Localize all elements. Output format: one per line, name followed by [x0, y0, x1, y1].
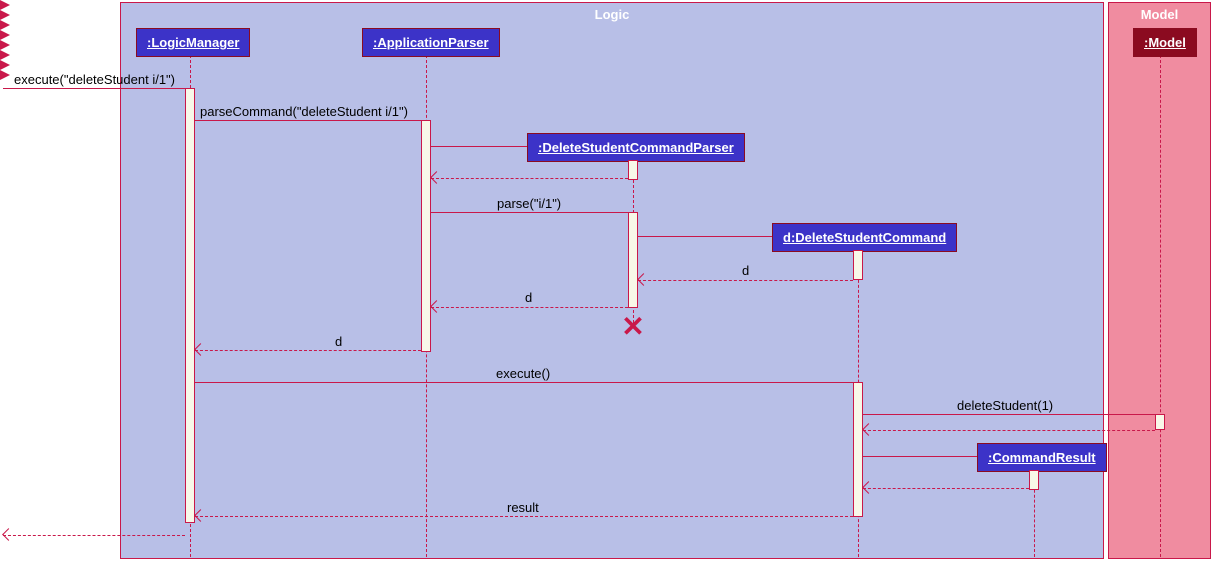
participant-model: :Model	[1133, 28, 1197, 57]
msg-return-dp-create	[431, 178, 628, 179]
msg-deletestudent	[863, 414, 1155, 415]
participant-logicmanager: :LogicManager	[136, 28, 250, 57]
model-title: Model	[1141, 7, 1179, 22]
label-deletestudent: deleteStudent(1)	[957, 398, 1053, 413]
msg-create-cr	[863, 456, 977, 457]
label-return-d3: d	[335, 334, 342, 349]
activation-dc2	[853, 382, 863, 517]
activation-dc1	[853, 250, 863, 280]
activation-lm	[185, 88, 195, 523]
lifeline-model	[1160, 55, 1161, 557]
label-parsecommand: parseCommand("deleteStudent i/1")	[200, 104, 408, 119]
participant-commandresult: :CommandResult	[977, 443, 1107, 472]
logic-fragment: Logic	[120, 2, 1104, 559]
participant-deleteparser: :DeleteStudentCommandParser	[527, 133, 745, 162]
activation-dp2	[628, 212, 638, 308]
participant-applicationparser: :ApplicationParser	[362, 28, 500, 57]
msg-return-d3	[195, 350, 421, 351]
participant-deletecommand: d:DeleteStudentCommand	[772, 223, 957, 252]
label-return-d1: d	[742, 263, 749, 278]
activation-cr	[1029, 470, 1039, 490]
msg-result	[195, 516, 853, 517]
destroy-icon: ✕	[621, 313, 644, 341]
label-parse: parse("i/1")	[497, 196, 561, 211]
msg-return-external	[3, 535, 185, 536]
msg-create-dc	[638, 236, 772, 237]
activation-ap	[421, 120, 431, 352]
msg-execute-in	[3, 88, 185, 89]
label-execute: execute()	[496, 366, 550, 381]
msg-return-d1	[638, 280, 853, 281]
arrow-icon	[2, 528, 15, 541]
activation-model	[1155, 414, 1165, 430]
msg-create-dp	[431, 146, 527, 147]
activation-dp1	[628, 160, 638, 180]
msg-parse	[431, 212, 628, 213]
label-return-d2: d	[525, 290, 532, 305]
logic-title: Logic	[595, 7, 630, 22]
msg-return-cr	[863, 488, 1029, 489]
label-result: result	[507, 500, 539, 515]
label-execute-in: execute("deleteStudent i/1")	[14, 72, 175, 87]
msg-execute	[195, 382, 853, 383]
msg-parsecommand	[195, 120, 421, 121]
msg-return-model	[863, 430, 1155, 431]
msg-return-d2	[431, 307, 628, 308]
